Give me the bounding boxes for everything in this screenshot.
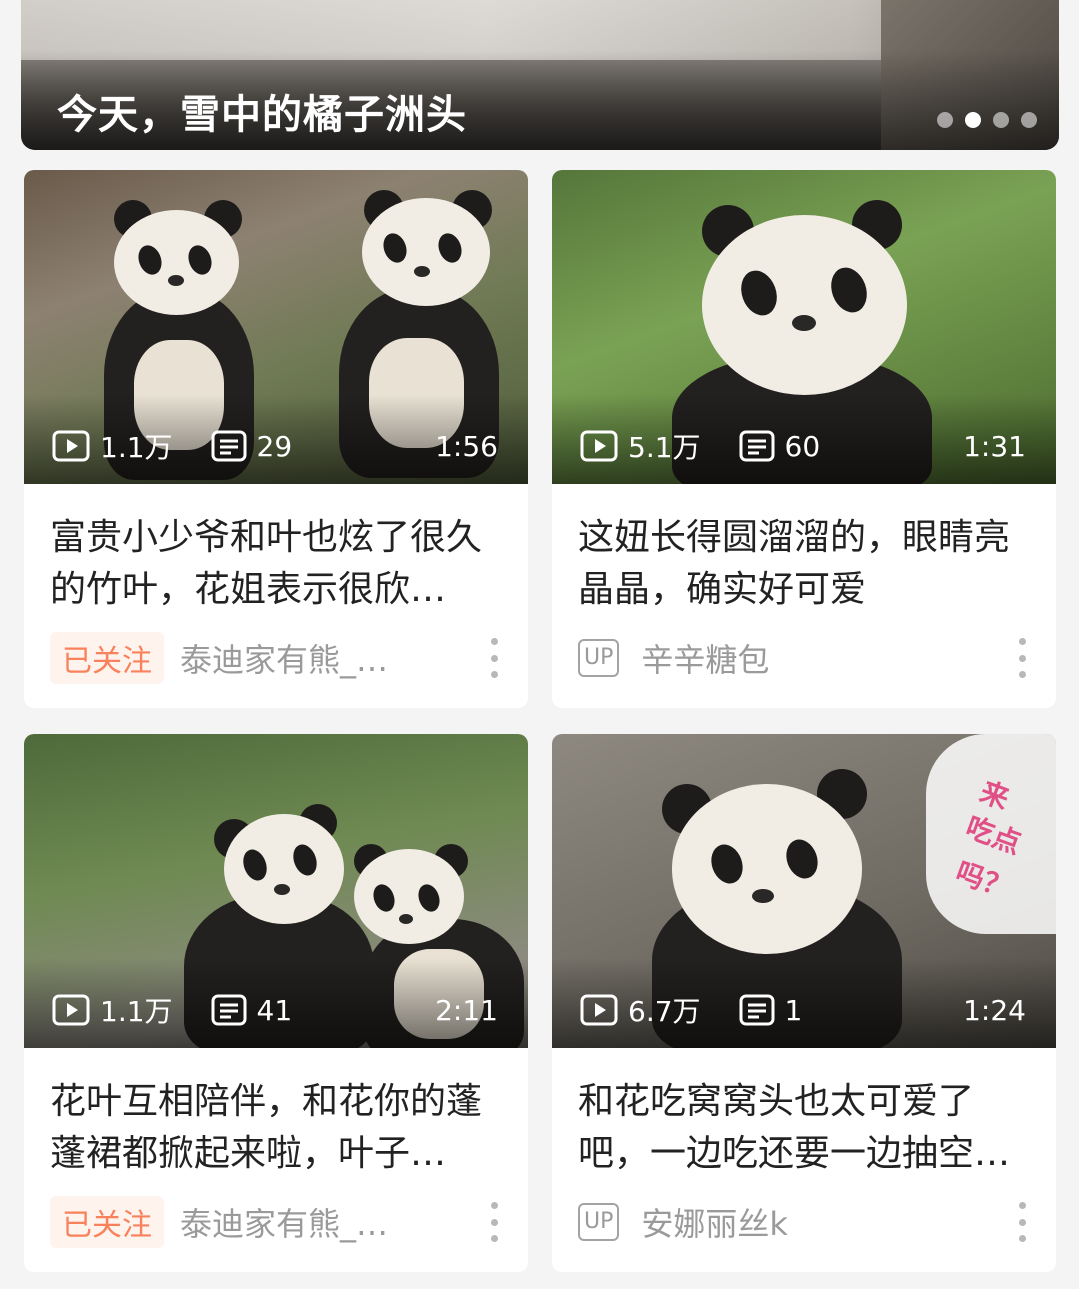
carousel-dot[interactable] xyxy=(1021,112,1037,128)
video-card[interactable]: 5.1万 60 1:31 这妞长得圆溜溜的，眼睛亮晶晶，确实好可爱 UP 辛辛糖… xyxy=(552,170,1056,708)
author-name[interactable]: 辛辛糖包 xyxy=(641,635,769,681)
play-count-icon xyxy=(52,430,90,462)
up-badge-icon: UP xyxy=(578,639,620,677)
video-card[interactable]: 1.1万 29 1:56 富贵小少爷和叶也炫了很久的竹叶，花姐表示很欣… 已关注… xyxy=(24,170,528,708)
more-vertical-icon[interactable] xyxy=(484,638,504,678)
video-title[interactable]: 富贵小少爷和叶也炫了很久的竹叶，花姐表示很欣… xyxy=(24,484,528,624)
sticker-overlay: 来 吃点 吗？ xyxy=(926,734,1056,934)
play-count-icon xyxy=(52,994,90,1026)
followed-badge: 已关注 xyxy=(50,632,164,684)
video-meta: UP 安娜丽丝k xyxy=(578,1196,1032,1248)
video-stats: 5.1万 60 1:31 xyxy=(580,426,1026,466)
video-stats: 1.1万 29 1:56 xyxy=(52,426,498,466)
carousel-dot[interactable] xyxy=(937,112,953,128)
danmaku-icon xyxy=(211,994,247,1026)
video-card[interactable]: 来 吃点 吗？ 6.7万 1 1:24 和花吃窝窝头也太可爱了吧，一边吃还要一边… xyxy=(552,734,1056,1272)
video-thumbnail[interactable]: 来 吃点 吗？ 6.7万 1 1:24 xyxy=(552,734,1056,1048)
followed-badge: 已关注 xyxy=(50,1196,164,1248)
video-stats: 1.1万 41 2:11 xyxy=(52,990,498,1030)
video-title[interactable]: 这妞长得圆溜溜的，眼睛亮晶晶，确实好可爱 xyxy=(552,484,1056,624)
author-name[interactable]: 泰迪家有熊_… xyxy=(180,1199,388,1245)
view-count: 1.1万 xyxy=(52,426,173,466)
banner-carousel[interactable]: 今天，雪中的橘子洲头 xyxy=(21,0,1059,150)
danmaku-icon xyxy=(739,430,775,462)
video-title[interactable]: 和花吃窝窝头也太可爱了吧，一边吃还要一边抽空… xyxy=(552,1048,1056,1188)
comment-count: 60 xyxy=(739,430,820,463)
video-meta: 已关注 泰迪家有熊_… xyxy=(50,1196,504,1248)
video-thumbnail[interactable]: 1.1万 29 1:56 xyxy=(24,170,528,484)
comment-count: 29 xyxy=(211,430,292,463)
carousel-indicator xyxy=(937,112,1037,128)
more-vertical-icon[interactable] xyxy=(484,1202,504,1242)
view-count: 5.1万 xyxy=(580,426,701,466)
video-duration: 1:56 xyxy=(435,429,498,463)
view-count: 1.1万 xyxy=(52,990,173,1030)
video-title[interactable]: 花叶互相陪伴，和花你的蓬蓬裙都掀起来啦，叶子… xyxy=(24,1048,528,1188)
video-meta: UP 辛辛糖包 xyxy=(578,632,1032,684)
view-count: 6.7万 xyxy=(580,990,701,1030)
comment-count: 1 xyxy=(739,994,802,1027)
more-vertical-icon[interactable] xyxy=(1012,638,1032,678)
carousel-dot-active[interactable] xyxy=(965,112,981,128)
author-name[interactable]: 安娜丽丝k xyxy=(641,1199,788,1245)
play-count-icon xyxy=(580,994,618,1026)
video-meta: 已关注 泰迪家有熊_… xyxy=(50,632,504,684)
carousel-dot[interactable] xyxy=(993,112,1009,128)
author-name[interactable]: 泰迪家有熊_… xyxy=(180,635,388,681)
video-duration: 1:24 xyxy=(963,993,1026,1027)
video-card[interactable]: 1.1万 41 2:11 花叶互相陪伴，和花你的蓬蓬裙都掀起来啦，叶子… 已关注… xyxy=(24,734,528,1272)
more-vertical-icon[interactable] xyxy=(1012,1202,1032,1242)
video-duration: 1:31 xyxy=(963,429,1026,463)
danmaku-icon xyxy=(211,430,247,462)
comment-count: 41 xyxy=(211,994,292,1027)
video-stats: 6.7万 1 1:24 xyxy=(580,990,1026,1030)
danmaku-icon xyxy=(739,994,775,1026)
up-badge-icon: UP xyxy=(578,1203,620,1241)
banner-title: 今天，雪中的橘子洲头 xyxy=(57,92,467,138)
video-duration: 2:11 xyxy=(435,993,498,1027)
video-thumbnail[interactable]: 5.1万 60 1:31 xyxy=(552,170,1056,484)
video-thumbnail[interactable]: 1.1万 41 2:11 xyxy=(24,734,528,1048)
play-count-icon xyxy=(580,430,618,462)
